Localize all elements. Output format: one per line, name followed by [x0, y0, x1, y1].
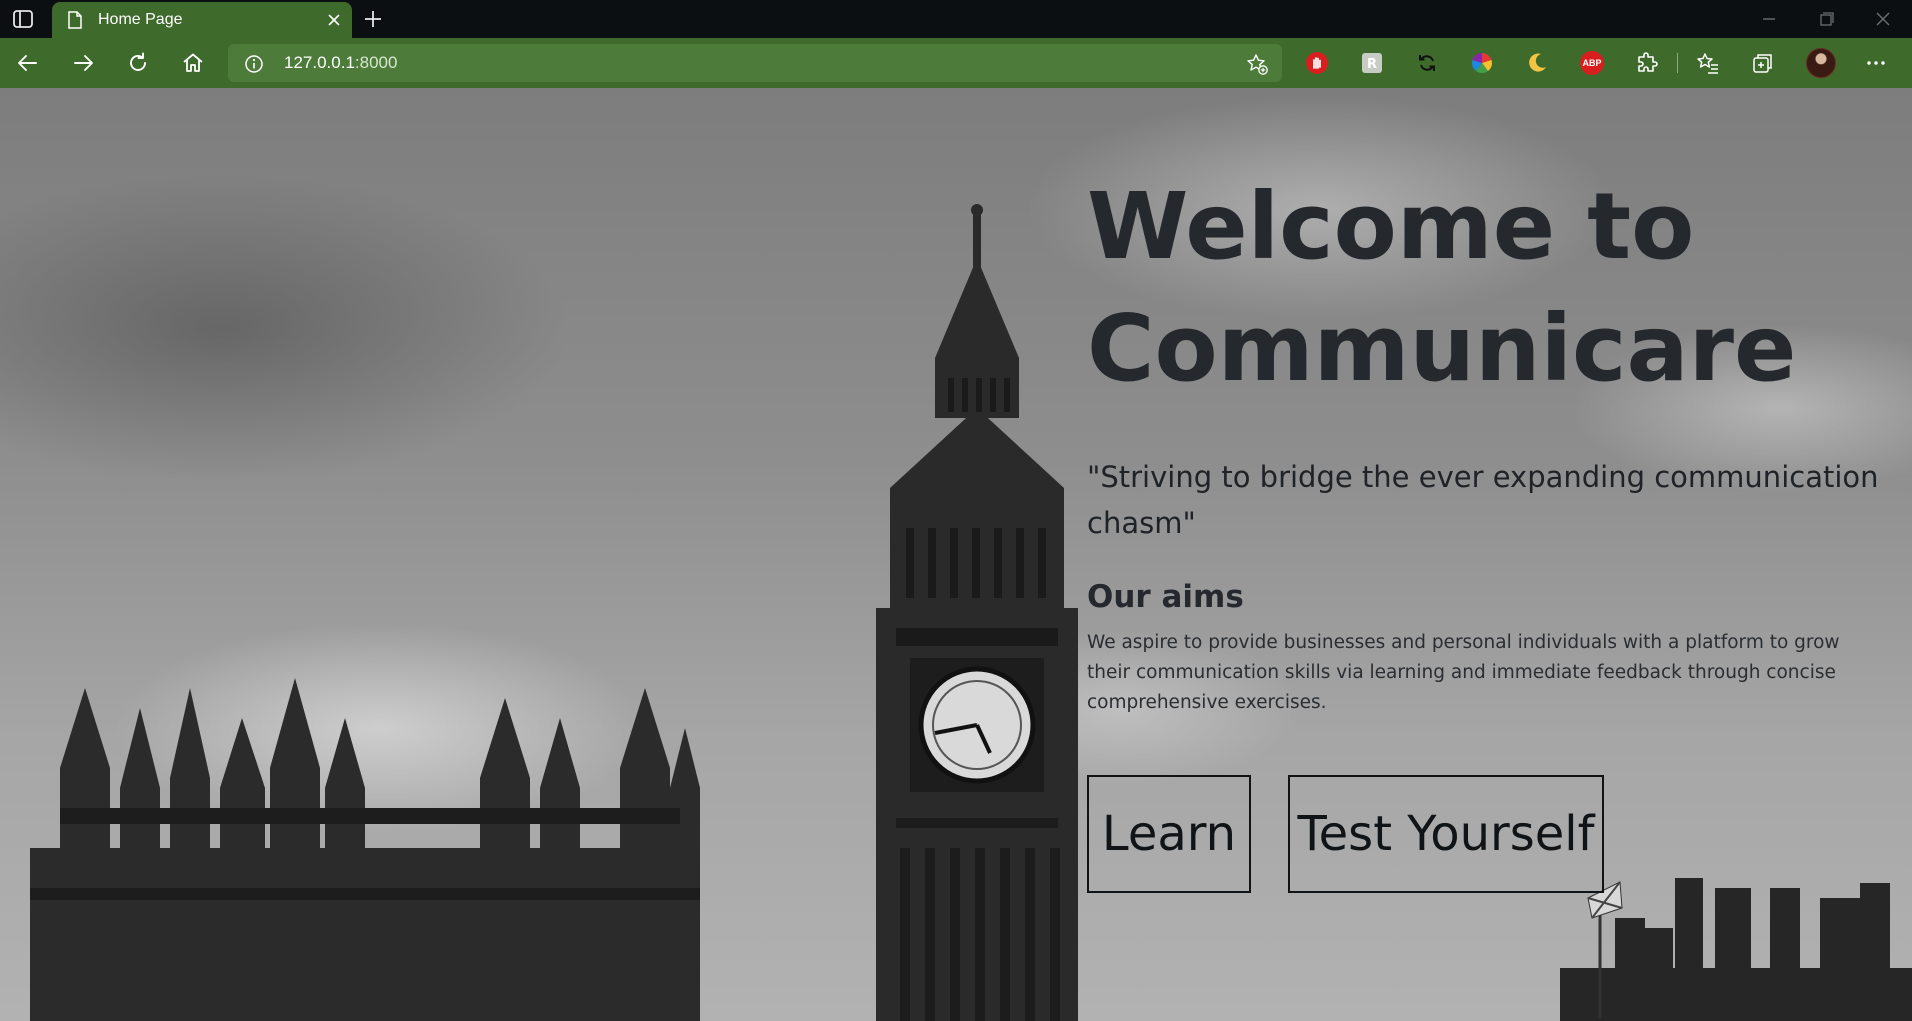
plus-icon[interactable]	[362, 8, 384, 30]
headline-line-1: Welcome to	[1087, 173, 1695, 280]
window-close-icon[interactable]	[1871, 8, 1895, 30]
more-icon[interactable]	[1864, 51, 1888, 75]
info-icon[interactable]	[244, 54, 264, 74]
tab-actions-icon[interactable]	[12, 8, 34, 30]
avatar[interactable]	[1806, 48, 1836, 78]
hand-stop-extension-icon[interactable]	[1305, 51, 1329, 75]
aims-heading: Our aims	[1087, 579, 1244, 615]
toolbar-separator	[1677, 53, 1678, 73]
browser-tabbar: Home Page	[0, 0, 1912, 38]
address-bar[interactable]: 127.0.0.1:8000	[228, 44, 1282, 82]
minimize-icon[interactable]	[1757, 8, 1781, 30]
favorites-icon[interactable]	[1696, 51, 1720, 75]
svg-text:R: R	[1367, 57, 1377, 72]
color-picker-extension-icon[interactable]	[1470, 51, 1494, 75]
adblock-extension-icon[interactable]: ABP	[1580, 51, 1604, 75]
browser-tab-home[interactable]: Home Page	[52, 2, 352, 38]
puzzle-icon[interactable]	[1635, 51, 1659, 75]
refresh-icon[interactable]	[126, 51, 150, 75]
forward-arrow-icon[interactable]	[71, 51, 95, 75]
learn-button[interactable]: Learn	[1087, 775, 1251, 893]
browser-navbar: 127.0.0.1:8000 R ABP	[0, 38, 1912, 88]
sync-extension-icon[interactable]	[1415, 51, 1439, 75]
page-title: Welcome to Communicare	[1087, 166, 1897, 410]
back-arrow-icon[interactable]	[16, 51, 40, 75]
page-icon	[68, 11, 82, 29]
aims-description: We aspire to provide businesses and pers…	[1087, 632, 1840, 713]
hero-content: Welcome to Communicare "Striving to brid…	[1087, 166, 1897, 718]
headline-line-2: Communicare	[1087, 295, 1797, 402]
restore-icon[interactable]	[1814, 8, 1838, 30]
test-yourself-button[interactable]: Test Yourself	[1288, 775, 1604, 893]
url-host: 127.0.0.1	[284, 53, 355, 72]
dark-mode-extension-icon[interactable]	[1525, 51, 1549, 75]
url-text[interactable]: 127.0.0.1:8000	[284, 53, 397, 73]
collections-icon[interactable]	[1751, 51, 1775, 75]
reader-extension-icon[interactable]: R	[1360, 51, 1384, 75]
close-icon[interactable]	[324, 10, 344, 30]
star-add-icon[interactable]	[1246, 53, 1268, 75]
url-port: :8000	[354, 53, 398, 72]
tab-title: Home Page	[98, 11, 183, 28]
home-icon[interactable]	[181, 51, 205, 75]
adblock-label: ABP	[1582, 58, 1602, 68]
page-viewport: Welcome to Communicare "Striving to brid…	[0, 88, 1912, 1021]
tagline: "Striving to bridge the ever expanding c…	[1087, 460, 1879, 540]
